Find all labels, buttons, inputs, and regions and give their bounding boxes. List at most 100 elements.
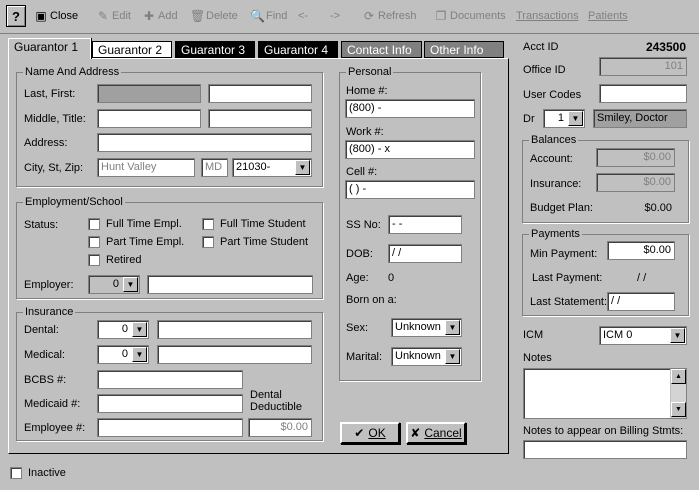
- work-phone-input[interactable]: (800) - x: [345, 140, 475, 159]
- born-on-label: Born on a:: [346, 294, 397, 306]
- dental-deductible-input[interactable]: $0.00: [248, 418, 312, 437]
- user-codes-input[interactable]: [599, 84, 687, 103]
- sex-select[interactable]: Unknown ▼: [391, 318, 462, 337]
- chevron-down-icon[interactable]: ▼: [132, 322, 147, 337]
- dental-name-input[interactable]: [157, 320, 312, 339]
- ok-button[interactable]: ✔ OK: [340, 422, 400, 444]
- tab-guarantor-3[interactable]: Guarantor 3: [175, 41, 255, 58]
- first-name-input[interactable]: [208, 84, 312, 103]
- chevron-down-icon[interactable]: ▼: [295, 160, 310, 175]
- patients-link[interactable]: Patients: [588, 6, 628, 26]
- dr-combo[interactable]: 1 ▼: [543, 109, 585, 128]
- check-pencil-icon: ✔: [354, 426, 365, 440]
- full-time-empl-checkbox[interactable]: [88, 218, 100, 230]
- cancel-button[interactable]: ✘ Cancel: [406, 422, 466, 444]
- employer-combo[interactable]: 0 ▼: [88, 275, 140, 294]
- last-first-label: Last, First:: [24, 88, 76, 100]
- scroll-up-icon[interactable]: ▲: [671, 369, 686, 384]
- refresh-button[interactable]: ⟳ Refresh: [362, 6, 417, 26]
- budget-plan-value: $0.00: [644, 202, 672, 214]
- next-label: ->: [330, 10, 341, 22]
- dob-input[interactable]: / /: [388, 244, 462, 263]
- prev-button[interactable]: <-: [298, 6, 308, 26]
- magnifier-icon: 🔍: [250, 9, 265, 23]
- home-phone-label: Home #:: [346, 85, 388, 97]
- balances-title: Balances: [529, 134, 579, 146]
- help-button[interactable]: ?: [6, 5, 26, 27]
- tab-other-info[interactable]: Other Info: [424, 41, 504, 58]
- employer-name-input[interactable]: [147, 275, 313, 294]
- find-button[interactable]: 🔍 Find: [250, 6, 287, 26]
- tab-contact-info[interactable]: Contact Info: [341, 41, 422, 58]
- title-input[interactable]: [208, 109, 312, 128]
- tab-guarantor-2[interactable]: Guarantor 2: [92, 41, 172, 58]
- medicaid-input[interactable]: [97, 394, 243, 413]
- notes-scrollbar[interactable]: ▲ ▼: [670, 369, 686, 418]
- medical-combo[interactable]: 0 ▼: [97, 345, 149, 364]
- inactive-checkbox[interactable]: [10, 467, 22, 479]
- payments-title: Payments: [529, 228, 582, 240]
- user-codes-label: User Codes: [523, 89, 582, 101]
- icm-select[interactable]: ICM 0 ▼: [599, 326, 687, 345]
- pencil-icon: ✎: [97, 9, 109, 23]
- retired-label: Retired: [106, 254, 142, 266]
- medical-name-input[interactable]: [157, 345, 312, 364]
- prev-label: <-: [298, 10, 309, 22]
- dental-combo[interactable]: 0 ▼: [97, 320, 149, 339]
- retired-checkbox[interactable]: [88, 254, 100, 266]
- state-input[interactable]: MD: [201, 158, 228, 177]
- account-balance-label: Account:: [530, 153, 573, 165]
- trash-icon: 🗑: [190, 9, 206, 23]
- middle-name-input[interactable]: [97, 109, 201, 128]
- notes-textarea[interactable]: [523, 368, 687, 419]
- office-id-input[interactable]: 101: [599, 57, 687, 76]
- add-button[interactable]: ✚ Add: [142, 6, 178, 26]
- last-statement-input[interactable]: / /: [607, 292, 675, 311]
- insurance-title: Insurance: [23, 306, 76, 318]
- full-time-student-checkbox[interactable]: [202, 218, 214, 230]
- medicaid-label: Medicaid #:: [24, 398, 81, 410]
- bcbs-input[interactable]: [97, 370, 243, 389]
- home-phone-input[interactable]: (800) -: [345, 99, 475, 118]
- next-button[interactable]: ->: [330, 6, 340, 26]
- part-time-student-checkbox[interactable]: [202, 236, 214, 248]
- full-time-student-label: Full Time Student: [220, 218, 306, 230]
- last-statement-label: Last Statement:: [530, 296, 608, 308]
- chevron-down-icon[interactable]: ▼: [123, 277, 138, 292]
- city-input[interactable]: Hunt Valley: [97, 158, 195, 177]
- marital-label: Marital:: [346, 351, 383, 363]
- tab-guarantor-4[interactable]: Guarantor 4: [258, 41, 338, 58]
- billing-notes-input[interactable]: [523, 440, 687, 459]
- employee-input[interactable]: [97, 418, 243, 437]
- min-payment-input[interactable]: $0.00: [607, 241, 675, 260]
- part-time-empl-checkbox[interactable]: [88, 236, 100, 248]
- part-time-empl-label: Part Time Empl.: [106, 236, 185, 248]
- chevron-down-icon[interactable]: ▼: [445, 349, 460, 364]
- scroll-down-icon[interactable]: ▼: [671, 402, 686, 417]
- ssn-input[interactable]: - -: [388, 215, 462, 234]
- chevron-down-icon[interactable]: ▼: [445, 320, 460, 335]
- employer-code: 0: [112, 278, 119, 290]
- address-input[interactable]: [97, 133, 312, 152]
- zip-combo[interactable]: 21030- ▼: [232, 158, 312, 177]
- tab-guarantor-1[interactable]: Guarantor 1: [8, 38, 91, 59]
- part-time-student-label: Part Time Student: [220, 236, 309, 248]
- chevron-down-icon[interactable]: ▼: [670, 328, 685, 343]
- last-name-input[interactable]: [97, 84, 201, 103]
- dr-code: 1: [557, 112, 564, 124]
- close-button[interactable]: ▣ Close: [34, 6, 78, 26]
- chevron-down-icon[interactable]: ▼: [132, 347, 147, 362]
- employee-label: Employee #:: [24, 422, 86, 434]
- documents-button[interactable]: ❐ Documents: [434, 6, 506, 26]
- delete-button[interactable]: 🗑 Delete: [190, 6, 238, 26]
- delete-label: Delete: [206, 10, 238, 22]
- transactions-link[interactable]: Transactions: [516, 6, 579, 26]
- status-label: Status:: [24, 219, 59, 231]
- cell-phone-input[interactable]: ( ) -: [345, 180, 475, 199]
- edit-button[interactable]: ✎ Edit: [96, 6, 131, 26]
- employment-title: Employment/School: [23, 196, 125, 208]
- find-label: Find: [266, 10, 288, 22]
- marital-select[interactable]: Unknown ▼: [391, 347, 462, 366]
- add-label: Add: [158, 10, 178, 22]
- chevron-down-icon[interactable]: ▼: [568, 111, 583, 126]
